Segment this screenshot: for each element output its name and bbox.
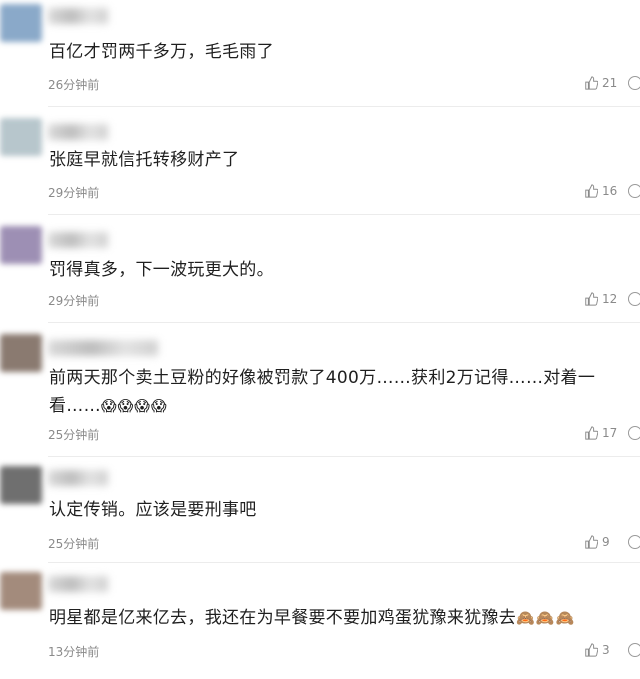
emoji-group: 😱😱😱😱 xyxy=(100,397,168,415)
like-button[interactable]: 3 xyxy=(584,643,610,657)
comment-time: 26分钟前 xyxy=(48,78,100,92)
username-blurred[interactable] xyxy=(48,576,108,592)
username-blurred[interactable] xyxy=(48,470,108,486)
thumbs-up-icon xyxy=(585,292,598,306)
comment-time: 29分钟前 xyxy=(48,186,100,200)
comment-text: 认定传销。应该是要刑事吧 xyxy=(49,496,624,524)
more-options-icon[interactable] xyxy=(628,292,640,306)
comment-text: 罚得真多，下一波玩更大的。 xyxy=(49,256,624,284)
username-blurred[interactable] xyxy=(48,8,108,24)
comment-text: 前两天那个卖土豆粉的好像被罚款了400万……获利2万记得……对着一看……😱😱😱😱 xyxy=(49,364,624,420)
more-options-icon[interactable] xyxy=(628,535,640,549)
more-options-icon[interactable] xyxy=(628,76,640,90)
comment-time: 25分钟前 xyxy=(48,537,100,551)
username-blurred[interactable] xyxy=(48,232,108,248)
username-blurred[interactable] xyxy=(48,124,108,140)
like-button[interactable]: 9 xyxy=(584,535,610,549)
like-count: 9 xyxy=(602,535,610,549)
avatar[interactable] xyxy=(0,466,42,504)
like-count: 16 xyxy=(602,184,618,198)
comment-text: 明星都是亿来亿去，我还在为早餐要不要加鸡蛋犹豫来犹豫去🙈🙈🙈 xyxy=(49,604,624,632)
comment-text: 张庭早就信托转移财产了 xyxy=(49,146,624,174)
more-options-icon[interactable] xyxy=(628,184,640,198)
thumbs-up-icon xyxy=(585,535,598,549)
avatar[interactable] xyxy=(0,572,42,610)
comment-time: 29分钟前 xyxy=(48,294,100,308)
comment-text-body: 明星都是亿来亿去，我还在为早餐要不要加鸡蛋犹豫来犹豫去 xyxy=(49,608,517,628)
like-button[interactable]: 12 xyxy=(584,292,617,306)
comment-time: 25分钟前 xyxy=(48,428,100,442)
avatar[interactable] xyxy=(0,4,42,42)
comment-text-body: 罚得真多，下一波玩更大的。 xyxy=(49,260,274,280)
thumbs-up-icon xyxy=(585,643,598,657)
divider xyxy=(48,562,640,563)
comment-time: 13分钟前 xyxy=(48,645,100,659)
like-count: 21 xyxy=(602,76,618,90)
comment-text-body: 张庭早就信托转移财产了 xyxy=(49,150,240,170)
more-options-icon[interactable] xyxy=(628,426,640,440)
avatar[interactable] xyxy=(0,226,42,264)
more-options-icon[interactable] xyxy=(628,643,640,657)
divider xyxy=(48,456,640,457)
like-button[interactable]: 21 xyxy=(584,76,617,90)
username-blurred[interactable] xyxy=(48,340,158,356)
divider xyxy=(48,214,640,215)
like-count: 17 xyxy=(602,426,618,440)
comment-text: 百亿才罚两千多万，毛毛雨了 xyxy=(49,38,624,66)
emoji-group: 🙈🙈🙈 xyxy=(516,609,576,627)
avatar[interactable] xyxy=(0,118,42,156)
divider xyxy=(48,322,640,323)
like-count: 3 xyxy=(602,643,610,657)
comment-text-body: 百亿才罚两千多万，毛毛雨了 xyxy=(49,42,274,62)
thumbs-up-icon xyxy=(585,184,598,198)
thumbs-up-icon xyxy=(585,426,598,440)
thumbs-up-icon xyxy=(585,76,598,90)
like-button[interactable]: 16 xyxy=(584,184,617,198)
like-button[interactable]: 17 xyxy=(584,426,617,440)
like-count: 12 xyxy=(602,292,618,306)
avatar[interactable] xyxy=(0,334,42,372)
divider xyxy=(48,106,640,107)
comment-text-body: 认定传销。应该是要刑事吧 xyxy=(49,500,257,520)
